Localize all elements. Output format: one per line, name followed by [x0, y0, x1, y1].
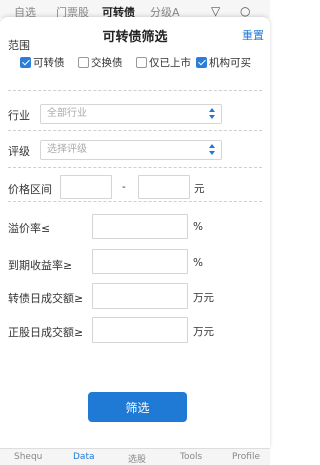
search-icon[interactable]: ○ — [240, 4, 250, 18]
nav-item-stock-picker[interactable]: 选股 — [128, 452, 146, 465]
rating-placeholder: 选择评级 — [47, 144, 87, 155]
industry-label: 行业 — [8, 109, 30, 122]
scope-label: 范围 — [8, 39, 30, 52]
premium-rate-label: 溢价率≤ — [8, 222, 51, 235]
divider — [8, 167, 262, 168]
nav-item-data[interactable]: Data — [73, 452, 95, 462]
sheet-header: 可转债筛选 重置 — [0, 17, 270, 49]
select-arrows-icon — [209, 108, 215, 120]
rating-select[interactable]: 选择评级 — [40, 140, 222, 160]
stock-turnover-input[interactable] — [92, 317, 188, 343]
ytm-unit: % — [193, 257, 203, 269]
premium-rate-unit: % — [193, 221, 203, 233]
nav-item-profile[interactable]: Profile — [232, 452, 260, 462]
checkbox-checked-icon[interactable] — [196, 56, 207, 68]
scope-option-convertible[interactable]: 可转债 — [20, 54, 65, 70]
divider — [8, 201, 262, 202]
scope-option-label: 机构可买 — [209, 56, 251, 69]
background-tab-strip: 自选 门票股 可转债 分级A ▽ ○ — [0, 0, 270, 19]
price-range-label: 价格区间 — [8, 183, 52, 196]
cb-turnover-unit: 万元 — [193, 292, 214, 304]
nav-item-shequ[interactable]: Shequ — [14, 452, 42, 462]
checkbox-checked-icon[interactable] — [20, 56, 31, 68]
scope-option-exchangeable[interactable]: 交换债 — [78, 54, 123, 70]
industry-select[interactable]: 全部行业 — [40, 104, 222, 124]
filter-button[interactable]: 筛选 — [88, 392, 187, 422]
checkbox-icon[interactable] — [78, 56, 89, 68]
stock-turnover-unit: 万元 — [193, 326, 214, 338]
price-range-separator: - — [122, 181, 126, 193]
divider — [8, 90, 262, 91]
scope-option-label: 可转债 — [33, 56, 65, 69]
price-min-input[interactable] — [60, 175, 112, 199]
sheet-title: 可转债筛选 — [102, 30, 168, 45]
scope-options: 可转债 交换债 仅已上市 机构可买 — [8, 54, 270, 70]
scope-option-label: 仅已上市 — [149, 56, 191, 69]
divider — [8, 130, 262, 131]
scope-option-institution[interactable]: 机构可买 — [196, 54, 251, 70]
select-arrows-icon — [209, 144, 215, 156]
ytm-label: 到期收益率≥ — [8, 259, 73, 272]
cb-turnover-label: 转债日成交额≥ — [8, 292, 84, 305]
rating-label: 评级 — [8, 145, 30, 158]
bottom-nav: Shequ Data 选股 Tools Profile — [0, 448, 270, 465]
cb-turnover-input[interactable] — [92, 283, 188, 309]
reset-button[interactable]: 重置 — [242, 27, 264, 43]
premium-rate-input[interactable] — [92, 214, 188, 239]
scope-option-listed-only[interactable]: 仅已上市 — [136, 54, 191, 70]
stock-turnover-label: 正股日成交额≥ — [8, 326, 84, 339]
industry-value: 全部行业 — [47, 108, 87, 119]
price-max-input[interactable] — [138, 175, 190, 199]
price-unit: 元 — [194, 183, 205, 195]
scope-option-label: 交换债 — [91, 56, 123, 69]
nav-item-tools[interactable]: Tools — [180, 452, 202, 462]
funnel-icon[interactable]: ▽ — [211, 4, 220, 18]
checkbox-icon[interactable] — [136, 56, 147, 68]
ytm-input[interactable] — [92, 249, 188, 274]
